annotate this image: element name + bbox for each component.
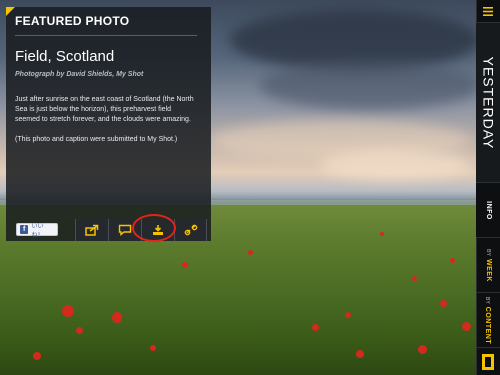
poppy bbox=[440, 300, 447, 307]
poppy bbox=[380, 232, 384, 236]
like-label: いいね！ bbox=[31, 223, 44, 239]
nat-geo-logo-icon bbox=[482, 353, 494, 370]
poppy bbox=[248, 250, 253, 255]
poppy bbox=[76, 327, 83, 334]
divider bbox=[15, 35, 197, 36]
share-button[interactable] bbox=[75, 218, 108, 241]
poppy bbox=[62, 305, 74, 317]
poppy bbox=[356, 350, 364, 358]
tab-week-label: WEEK bbox=[484, 258, 492, 282]
poppy bbox=[345, 312, 351, 318]
nat-geo-logo-button[interactable] bbox=[476, 347, 500, 375]
poppy bbox=[150, 345, 156, 351]
download-highlight-circle bbox=[132, 214, 176, 242]
link-icon bbox=[184, 224, 197, 235]
tab-yesterday[interactable]: YESTERDAY bbox=[476, 22, 500, 182]
poppy bbox=[112, 312, 122, 323]
tab-info-label: INFO bbox=[484, 200, 492, 220]
tab-by-week[interactable]: BY WEEK bbox=[476, 237, 500, 292]
tab-week-prefix: BY bbox=[484, 248, 491, 256]
link-button[interactable] bbox=[174, 218, 207, 241]
photo-caption: Just after sunrise on the east coast of … bbox=[15, 95, 197, 145]
cloud bbox=[260, 60, 476, 110]
caption-paragraph: Just after sunrise on the east coast of … bbox=[15, 96, 194, 123]
poppy bbox=[462, 322, 471, 331]
facebook-like-button[interactable]: f いいね！ bbox=[16, 223, 58, 239]
poppy bbox=[182, 262, 188, 268]
tab-content-prefix: BY bbox=[484, 296, 491, 304]
poppy bbox=[450, 258, 455, 263]
photo-title: Field, Scotland bbox=[15, 48, 115, 65]
comment-icon bbox=[118, 224, 132, 236]
corner-flag bbox=[6, 7, 15, 16]
menu-button[interactable] bbox=[476, 0, 500, 22]
facebook-icon: f bbox=[20, 225, 29, 234]
caption-note: (This photo and caption were submitted t… bbox=[15, 136, 178, 143]
share-icon bbox=[85, 224, 99, 236]
menu-icon bbox=[483, 6, 493, 16]
poppy bbox=[418, 345, 427, 354]
tab-info[interactable]: INFO bbox=[476, 182, 500, 237]
poppy bbox=[312, 324, 319, 331]
poppy bbox=[33, 352, 41, 360]
tab-by-content[interactable]: BY CONTENT bbox=[476, 292, 500, 347]
cloud bbox=[320, 150, 470, 180]
tab-yesterday-label: YESTERDAY bbox=[480, 56, 497, 149]
panel-eyebrow: FEATURED PHOTO bbox=[15, 14, 130, 28]
tab-content-label: CONTENT bbox=[484, 306, 492, 344]
photo-toolbar: f いいね！ bbox=[6, 218, 211, 241]
photo-credit: Photograph by David Shields, My Shot bbox=[15, 71, 144, 78]
poppy bbox=[412, 276, 417, 281]
